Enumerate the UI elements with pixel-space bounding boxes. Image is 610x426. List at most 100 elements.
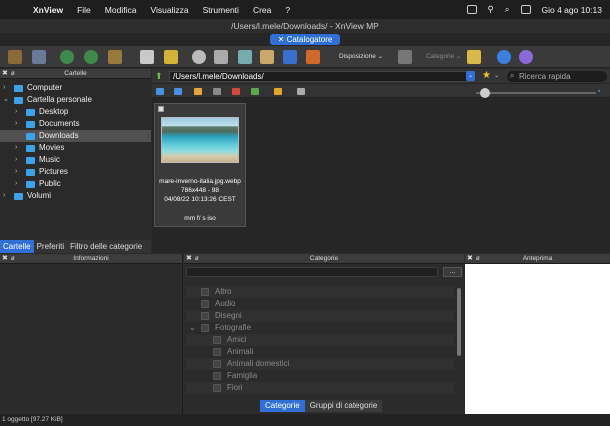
delete-icon[interactable] (232, 88, 240, 95)
category-checkbox[interactable] (201, 300, 209, 308)
chevron-right-icon[interactable]: › (15, 142, 17, 154)
menu-help[interactable]: ? (278, 5, 297, 15)
menu-edit[interactable]: Modifica (98, 5, 144, 15)
float-icon[interactable]: ø (195, 254, 199, 264)
float-icon[interactable]: ø (11, 69, 15, 79)
edit-icon[interactable] (108, 50, 122, 64)
chevron-right-icon[interactable]: › (15, 118, 17, 130)
category-search-input[interactable] (186, 267, 438, 277)
move-icon[interactable] (164, 50, 178, 64)
category-item[interactable]: ⌄ Fotografie (186, 322, 454, 334)
zoom-icon[interactable]: ▪ (598, 88, 600, 95)
star-icon[interactable]: ★ (482, 70, 491, 81)
category-scrollbar[interactable] (457, 288, 461, 356)
category-checkbox[interactable] (201, 288, 209, 296)
category-checkbox[interactable] (213, 384, 221, 392)
help-icon[interactable] (519, 50, 533, 64)
category-item[interactable]: Altro (186, 286, 454, 298)
menu-file[interactable]: File (70, 5, 98, 15)
chevron-right-icon[interactable]: › (15, 154, 17, 166)
category-checkbox[interactable] (213, 348, 221, 356)
category-item[interactable]: Audio (186, 298, 454, 310)
forward-icon[interactable] (174, 88, 182, 95)
float-icon[interactable]: ø (11, 254, 15, 264)
folder-tree-item[interactable]: › Computer (0, 82, 151, 94)
category-checkbox[interactable] (201, 312, 209, 320)
favorites-dropdown-icon[interactable]: ⌄ (494, 72, 499, 79)
slideshow-icon[interactable] (260, 50, 274, 64)
slider-handle[interactable] (480, 88, 490, 98)
rotate-left-icon[interactable] (60, 50, 74, 64)
chevron-right-icon[interactable]: › (15, 178, 17, 190)
accessibility-icon[interactable]: ⚲ (488, 4, 494, 15)
up-folder-icon[interactable]: ⬆ (155, 71, 163, 82)
menu-tools[interactable]: Strumenti (196, 5, 246, 15)
rotate-right-icon[interactable] (84, 50, 98, 64)
tab-favorites[interactable]: Preferiti (34, 240, 68, 253)
thumbnail-checkbox[interactable] (158, 106, 164, 112)
document-icon[interactable] (140, 50, 154, 64)
folder-up-icon[interactable] (194, 88, 202, 95)
chevron-right-icon[interactable]: › (15, 166, 17, 178)
refresh-icon[interactable] (213, 88, 221, 95)
menu-view[interactable]: Visualizza (143, 5, 195, 15)
print-icon[interactable] (214, 50, 228, 64)
image-icon[interactable] (306, 50, 320, 64)
category-item[interactable]: Disegni (186, 310, 454, 322)
chevron-right-icon[interactable]: › (15, 106, 17, 118)
chevron-down-icon[interactable]: ⌄ (189, 322, 196, 334)
filter-icon[interactable] (274, 88, 282, 95)
category-item[interactable]: Fiori (186, 382, 454, 394)
thumbnail-image[interactable] (161, 117, 239, 163)
convert-icon[interactable] (283, 50, 297, 64)
tab-category-filter[interactable]: Filtro delle categorie (67, 240, 145, 253)
settings-icon[interactable] (497, 50, 511, 64)
category-item[interactable]: Animali domestici (186, 358, 454, 370)
view-mode-icon[interactable] (297, 88, 305, 95)
path-field[interactable]: /Users/l.mele/Downloads/ (169, 71, 475, 82)
category-item[interactable]: Animali (186, 346, 454, 358)
compare-icon[interactable] (238, 50, 252, 64)
tab-categories[interactable]: Categorie (260, 400, 305, 412)
folder-tree-item[interactable]: › Documents (0, 118, 151, 130)
folder-tree-item[interactable]: ⌄ Cartella personale (0, 94, 151, 106)
category-checkbox[interactable] (213, 336, 221, 344)
chevron-down-icon[interactable]: ⌄ (3, 94, 9, 106)
folder-tree-item[interactable]: › Public (0, 178, 151, 190)
category-checkbox[interactable] (213, 360, 221, 368)
chevron-right-icon[interactable]: › (3, 82, 5, 94)
folder-tree-item[interactable]: › Movies (0, 142, 151, 154)
category-checkbox[interactable] (201, 324, 209, 332)
close-icon[interactable]: ✖ (2, 254, 8, 264)
tab-folders[interactable]: Cartelle (0, 240, 34, 253)
categories-dropdown[interactable]: Categorie ⌄ (426, 52, 461, 60)
menu-create[interactable]: Crea (246, 5, 278, 15)
folder-tree-item[interactable]: › Desktop (0, 106, 151, 118)
control-center-icon[interactable] (520, 5, 531, 14)
chevron-right-icon[interactable]: › (3, 190, 5, 202)
chevron-down-icon[interactable]: ⌄ (466, 71, 475, 81)
find-icon[interactable] (192, 50, 206, 64)
folder-tree-item[interactable]: › Volumi (0, 190, 151, 202)
search-icon[interactable]: ⌕ (505, 4, 510, 15)
screen-icon[interactable] (466, 5, 477, 14)
fullscreen-icon[interactable] (32, 50, 46, 64)
tab-category-groups[interactable]: Gruppi di categorie (304, 400, 383, 412)
folder-tree-item[interactable]: › Music (0, 154, 151, 166)
category-item[interactable]: Amici (186, 334, 454, 346)
layout-dropdown[interactable]: Disposizione ⌄ (339, 52, 383, 60)
folder-tree-item[interactable]: Downloads (0, 130, 151, 142)
quick-search-input[interactable]: Ricerca rapida (507, 71, 607, 82)
folder-tree-item[interactable]: › Pictures (0, 166, 151, 178)
browser-icon[interactable] (8, 50, 22, 64)
category-menu-button[interactable]: ... (443, 267, 462, 277)
close-icon[interactable]: ✖ (467, 254, 473, 264)
close-icon[interactable]: ✖ (186, 254, 192, 264)
view-icon[interactable] (398, 50, 412, 64)
tab-catalogatore[interactable]: ✕ Catalogatore (270, 34, 340, 45)
float-icon[interactable]: ø (476, 254, 480, 264)
menu-app[interactable]: XnView (26, 5, 70, 15)
category-item[interactable]: Famiglia (186, 370, 454, 382)
back-icon[interactable] (156, 88, 164, 95)
close-icon[interactable]: ✖ (2, 69, 8, 79)
